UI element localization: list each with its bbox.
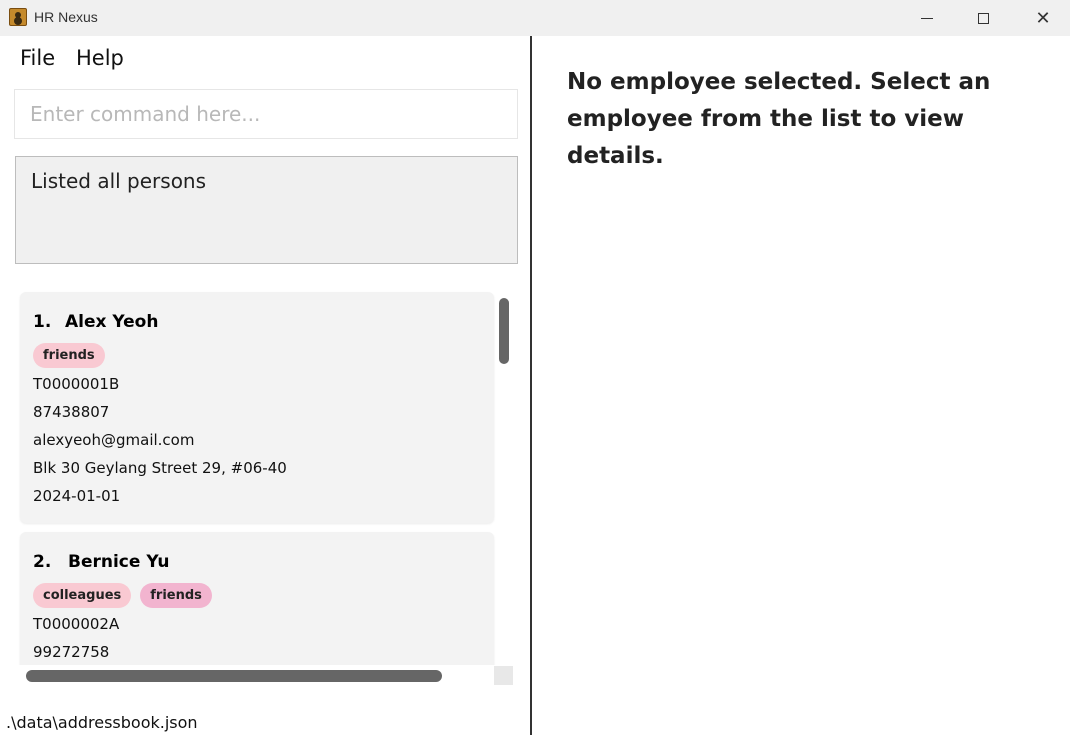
tag-list: friends: [33, 343, 105, 368]
app-icon: [9, 8, 27, 26]
close-button[interactable]: ✕: [1020, 0, 1066, 36]
person-index: 1.: [33, 312, 52, 332]
menu-help[interactable]: Help: [76, 46, 124, 70]
person-date: 2024-01-01: [33, 487, 121, 505]
person-nric: T0000001B: [33, 375, 120, 393]
person-name: Bernice Yu: [68, 552, 170, 572]
horizontal-scroll-thumb[interactable]: [26, 670, 442, 682]
tag-badge: colleagues: [33, 583, 132, 608]
person-name: Alex Yeoh: [65, 312, 159, 332]
minimize-icon: [921, 17, 933, 19]
tag-badge: friends: [140, 583, 212, 608]
vertical-scroll-thumb[interactable]: [499, 298, 509, 364]
person-phone: 87438807: [33, 403, 110, 421]
person-header: 1. Alex Yeoh: [33, 312, 158, 332]
maximize-icon: [977, 12, 989, 24]
person-address: Blk 30 Geylang Street 29, #06-40: [33, 459, 287, 477]
detail-pane: No employee selected. Select an employee…: [534, 36, 1070, 735]
person-index: 2.: [33, 552, 52, 572]
no-selection-message: No employee selected. Select an employee…: [567, 69, 991, 169]
left-pane: File Help Listed all persons 1. Alex Yeoh…: [0, 36, 532, 735]
command-input[interactable]: [14, 89, 518, 139]
person-card[interactable]: 2. Bernice Yu colleagues friends T0000002…: [20, 532, 494, 665]
person-email: alexyeoh@gmail.com: [33, 431, 195, 449]
minimize-button[interactable]: [904, 0, 950, 36]
maximize-button[interactable]: [960, 0, 1006, 36]
title-bar: HR Nexus ✕: [0, 0, 1070, 36]
menu-file[interactable]: File: [20, 46, 55, 70]
person-list[interactable]: 1. Alex Yeoh friends T0000001B 87438807 a…: [15, 288, 514, 665]
tag-badge: friends: [33, 343, 105, 368]
person-phone: 99272758: [33, 643, 110, 661]
close-icon: ✕: [1035, 7, 1051, 29]
result-display: Listed all persons: [15, 156, 518, 264]
result-text: Listed all persons: [31, 169, 207, 193]
scrollbar-corner: [494, 666, 513, 685]
tag-list: colleagues friends: [33, 583, 212, 608]
window-title: HR Nexus: [34, 9, 98, 25]
person-card[interactable]: 1. Alex Yeoh friends T0000001B 87438807 a…: [20, 292, 494, 523]
person-nric: T0000002A: [33, 615, 120, 633]
status-file-path: .\data\addressbook.json: [6, 713, 198, 732]
menu-bar: File Help: [0, 36, 530, 82]
vertical-scrollbar[interactable]: [494, 292, 514, 672]
person-header: 2. Bernice Yu: [33, 552, 170, 572]
